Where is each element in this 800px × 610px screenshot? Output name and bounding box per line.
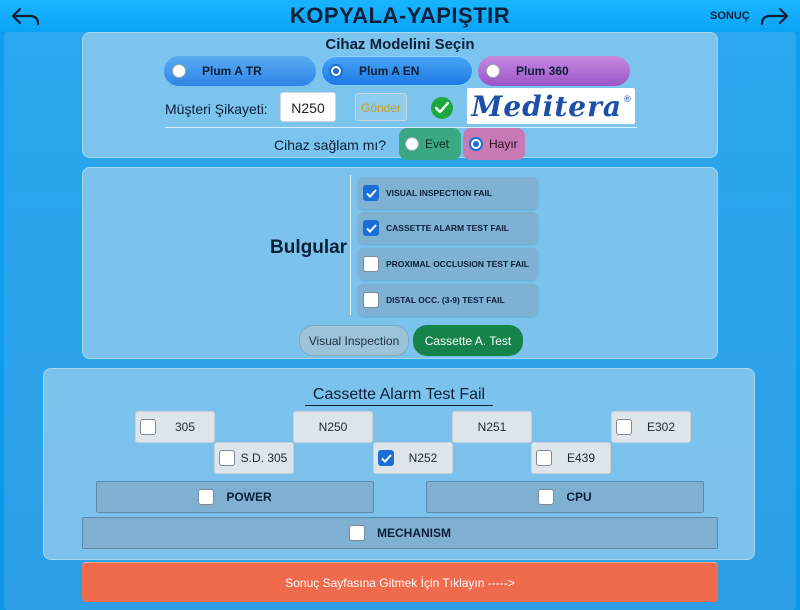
checkbox-checked-icon (363, 220, 379, 236)
radio-icon (172, 64, 186, 78)
checkbox-checked-icon (363, 185, 379, 201)
radio-icon (405, 137, 419, 151)
checkbox-icon (198, 489, 215, 505)
radio-icon (486, 64, 500, 78)
radio-selected-icon (329, 64, 343, 78)
healthy-question-label: Cihaz sağlam mı? (274, 137, 387, 153)
model-option-plum-360[interactable]: Plum 360 (478, 56, 630, 86)
cpu-label: CPU (566, 490, 592, 504)
checkbox-icon (363, 292, 379, 308)
tab-cassette-test[interactable]: Cassette A. Test (413, 325, 523, 356)
device-panel-title: Cihaz Modelini Seçin (325, 36, 475, 53)
no-label: Hayır (489, 137, 518, 151)
cassette-panel-title: Cassette Alarm Test Fail (312, 386, 486, 403)
finding-distal-occlusion-test-fail[interactable]: DISTAL OCC. (3-9) TEST FAIL (358, 284, 538, 316)
code-sd-305[interactable]: S.D. 305 (214, 442, 294, 474)
model-label: Plum A EN (359, 64, 420, 78)
complaint-label: Müşteri Şikayeti: (165, 101, 268, 117)
code-label: N250 (318, 420, 348, 434)
complaint-input[interactable]: N250 (280, 92, 336, 122)
check-circle-icon (431, 97, 453, 119)
page-title: KOPYALA-YAPIŞTIR (289, 3, 511, 28)
checkbox-icon (363, 256, 379, 272)
yes-label: Evet (425, 137, 450, 151)
go-to-result-button[interactable]: Sonuç Sayfasına Gitmek İçin Tıklayın ---… (82, 562, 718, 602)
findings-divider (350, 175, 351, 315)
code-e439[interactable]: E439 (531, 442, 611, 474)
mechanism-label: MECHANISM (377, 526, 451, 540)
findings-title: Bulgular (270, 237, 348, 258)
code-label: 305 (174, 420, 196, 434)
checkbox-icon (140, 419, 156, 435)
send-button[interactable]: Gönder (355, 93, 407, 121)
mechanism-option[interactable]: MECHANISM (82, 517, 718, 549)
title-underline (305, 405, 493, 406)
finding-cassette-alarm-test-fail[interactable]: CASSETTE ALARM TEST FAIL (358, 212, 538, 244)
cpu-option[interactable]: CPU (426, 481, 704, 513)
healthy-no-option[interactable]: Hayır (463, 128, 525, 160)
finding-label: DISTAL OCC. (3-9) TEST FAIL (386, 295, 505, 305)
finding-proximal-occlusion-test-fail[interactable]: PROXIMAL OCCLUSION TEST FAIL (358, 248, 538, 280)
code-label: N252 (408, 451, 438, 465)
model-option-plum-a-tr[interactable]: Plum A TR (164, 56, 316, 86)
code-label: S.D. 305 (240, 451, 288, 465)
code-e302[interactable]: E302 (611, 411, 691, 443)
tab-visual-inspection[interactable]: Visual Inspection (299, 325, 409, 356)
model-option-plum-a-en[interactable]: Plum A EN (321, 56, 473, 86)
code-n252[interactable]: N252 (373, 442, 453, 474)
finding-label: CASSETTE ALARM TEST FAIL (386, 223, 509, 233)
checkbox-icon (538, 489, 555, 505)
code-label: N251 (477, 420, 507, 434)
radio-selected-icon (469, 137, 483, 151)
next-label[interactable]: SONUÇ (710, 10, 750, 22)
finding-visual-inspection-fail[interactable]: VISUAL INSPECTION FAIL (358, 177, 538, 209)
model-label: Plum 360 (516, 64, 569, 78)
code-305[interactable]: 305 (135, 411, 215, 443)
power-label: POWER (226, 490, 272, 504)
code-n250[interactable]: N250 (293, 411, 373, 443)
code-label: E302 (646, 420, 676, 434)
model-label: Plum A TR (202, 64, 262, 78)
forward-arrow-icon[interactable] (758, 5, 790, 29)
healthy-yes-option[interactable]: Evet (399, 128, 461, 160)
code-label: E439 (566, 451, 596, 465)
checkbox-icon (536, 450, 552, 466)
checkbox-icon (349, 525, 365, 541)
checkbox-icon (219, 450, 235, 466)
divider (165, 127, 637, 128)
power-option[interactable]: POWER (96, 481, 374, 513)
code-n251[interactable]: N251 (452, 411, 532, 443)
meditera-logo: Meditera ® (467, 88, 635, 124)
checkbox-icon (616, 419, 632, 435)
finding-label: VISUAL INSPECTION FAIL (386, 188, 493, 198)
finding-label: PROXIMAL OCCLUSION TEST FAIL (386, 259, 529, 269)
checkbox-checked-icon (378, 450, 394, 466)
